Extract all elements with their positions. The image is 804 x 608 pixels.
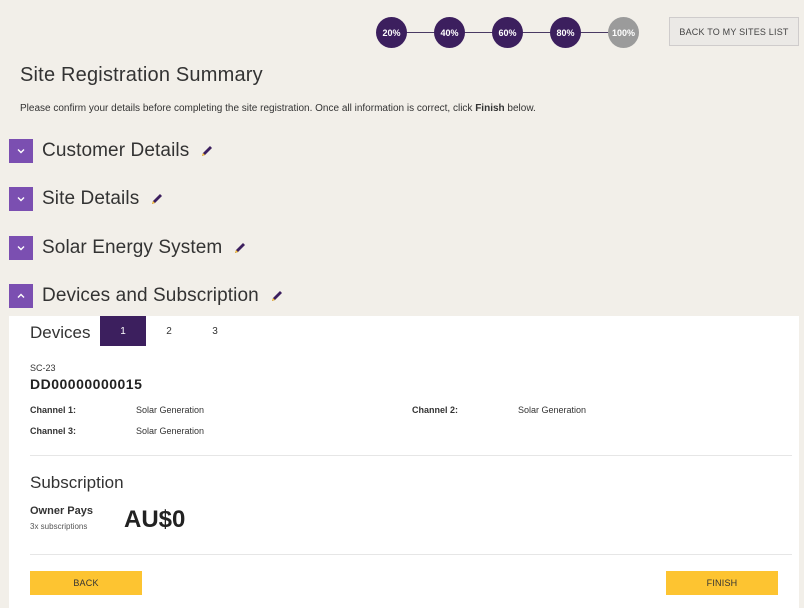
section-solar-energy-system[interactable]: Solar Energy System [9,236,248,260]
section-label: Solar Energy System [42,237,223,258]
channel-1-value: Solar Generation [136,405,205,415]
devices-heading: Devices [30,323,91,342]
devices-subscription-panel: Devices 1 2 3 SC-23 DD00000000015 Channe… [9,316,799,608]
page-title: Site Registration Summary [20,64,263,86]
divider [30,554,792,555]
device-tab-2[interactable]: 2 [146,316,192,346]
section-site-details[interactable]: Site Details [9,187,165,211]
subscription-price: AU$0 [124,506,186,533]
progress-step-60: 60% [492,17,523,48]
device-model: SC-23 [30,363,56,373]
pencil-edit-icon[interactable] [269,288,285,304]
chevron-down-icon[interactable] [9,236,33,260]
device-tabs: 1 2 3 [100,316,238,346]
divider [30,455,792,456]
progress-step-20: 20% [376,17,407,48]
progress-steps: 20% 40% 60% 80% 100% [376,17,640,48]
channel-3-label: Channel 3: [30,426,77,436]
device-tab-1[interactable]: 1 [100,316,146,346]
subscription-payer: Owner Pays [30,505,93,517]
back-button[interactable]: BACK [30,571,142,595]
progress-step-80: 80% [550,17,581,48]
finish-button[interactable]: FINISH [666,571,778,595]
chevron-down-icon[interactable] [9,139,33,163]
channel-2-value: Solar Generation [518,405,587,415]
intro-text: Please confirm your details before compl… [20,103,536,114]
device-serial: DD00000000015 [30,376,143,392]
section-label: Devices and Subscription [42,285,259,306]
pencil-edit-icon[interactable] [199,143,215,159]
device-tab-3[interactable]: 3 [192,316,238,346]
section-devices-and-subscription[interactable]: Devices and Subscription [9,284,285,308]
progress-step-100: 100% [608,17,639,48]
section-label: Site Details [42,188,140,209]
subscription-count: 3x subscriptions [30,522,88,531]
pencil-edit-icon[interactable] [232,240,248,256]
intro-finish-emphasis: Finish [475,103,505,114]
chevron-down-icon[interactable] [9,187,33,211]
channel-2-label: Channel 2: [412,405,459,415]
section-label: Customer Details [42,140,190,161]
chevron-up-icon[interactable] [9,284,33,308]
channel-1-label: Channel 1: [30,405,77,415]
back-to-sites-button[interactable]: BACK TO MY SITES LIST [669,17,799,46]
pencil-edit-icon[interactable] [149,191,165,207]
subscription-heading: Subscription [30,473,124,492]
section-customer-details[interactable]: Customer Details [9,139,215,163]
progress-step-40: 40% [434,17,465,48]
channel-3-value: Solar Generation [136,426,205,436]
